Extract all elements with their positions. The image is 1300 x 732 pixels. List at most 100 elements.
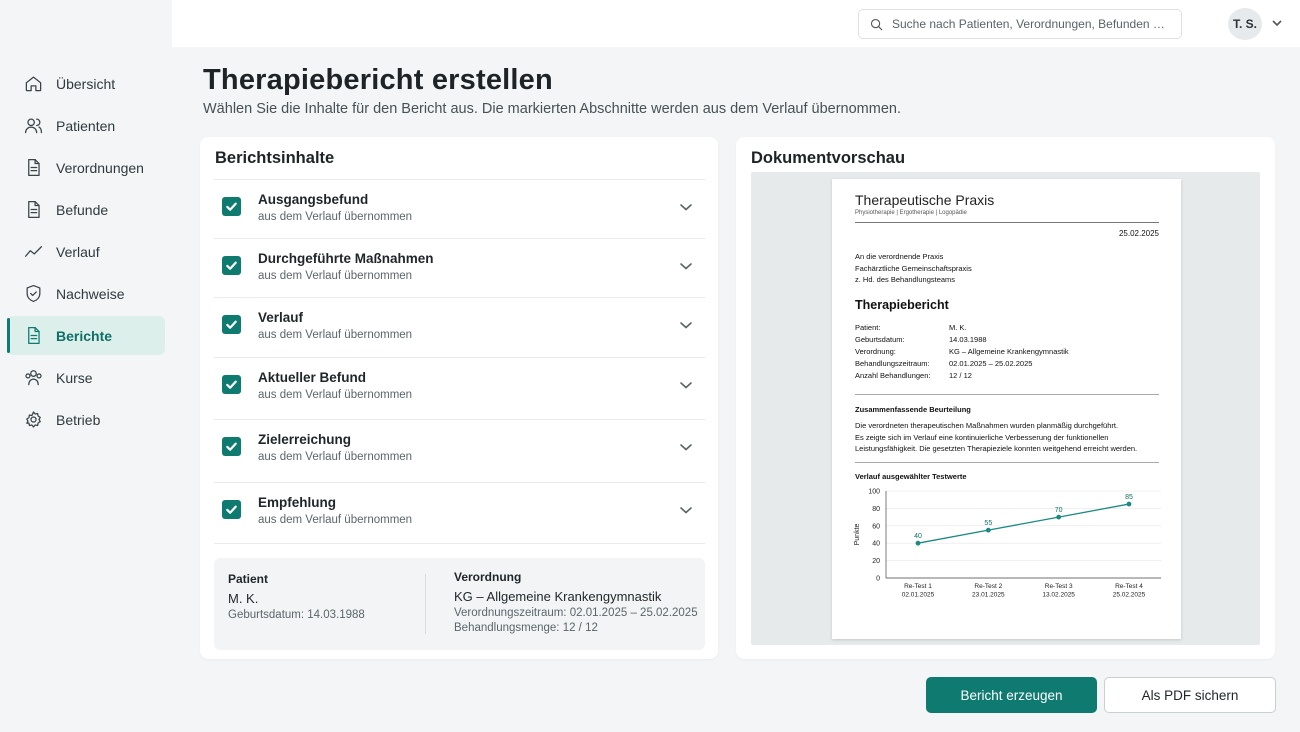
doc-address-line: An die verordnende Praxis	[855, 252, 944, 261]
x-tick-date: 25.02.2025	[1113, 592, 1146, 599]
generate-report-button[interactable]: Bericht erzeugen	[926, 677, 1097, 713]
sidebar-item-label: Betrieb	[56, 411, 101, 428]
chevron-down-icon[interactable]	[679, 378, 693, 392]
doc-summary: Die verordneten therapeutischen Maßnahme…	[855, 420, 1165, 455]
avatar[interactable]: T. S.	[1228, 8, 1262, 40]
y-tick-label: 40	[872, 541, 880, 548]
section-item-zielerreichung[interactable]: Zielerreichung aus dem Verlauf übernomme…	[214, 419, 705, 482]
data-point	[915, 540, 921, 546]
series-line	[917, 503, 1130, 544]
sidebar-item-label: Verordnungen	[56, 159, 144, 176]
page-title: Therapiebericht erstellen	[203, 64, 553, 96]
sidebar-item-befunde[interactable]: Befunde	[7, 190, 165, 229]
section-checkbox[interactable]	[222, 197, 241, 216]
test-values-chart: 0 20 40 60 80 100 Punkte 40 Re-Test 1 02.01.2025 5…	[854, 489, 1161, 599]
document-preview-title: Dokumentvorschau	[751, 149, 906, 167]
prescription-amount: Behandlungsmenge: 12 / 12	[454, 622, 598, 634]
y-tick-label: 80	[872, 506, 880, 513]
page-subtitle: Wählen Sie die Inhalte für den Bericht a…	[203, 101, 901, 117]
doc-field: Verordnung: KG – Allgemeine Krankengymnas…	[855, 346, 1069, 358]
section-checkbox[interactable]	[222, 256, 241, 275]
document-preview-card: Dokumentvorschau Therapeutische Praxis P…	[736, 137, 1275, 659]
sidebar-item-label: Berichte	[56, 327, 113, 344]
section-checkbox[interactable]	[222, 375, 241, 394]
doc-fields: Patient: M. K. Geburtsdatum: 14.03.1988 Ve…	[855, 322, 1069, 382]
doc-summary-line: Es zeigte sich im Verlauf eine kontinuie…	[855, 432, 1109, 442]
section-label: Ausgangsbefund	[258, 192, 369, 207]
search-placeholder: Suche nach Patienten, Verordnungen, Befu…	[892, 17, 1165, 31]
doc-practice-tagline: Physiotherapie | Ergotherapie | Logopädi…	[855, 210, 967, 216]
sidebar-item-patienten[interactable]: Patienten	[7, 106, 165, 145]
y-axis-label: Punkte	[854, 523, 861, 545]
check-icon	[226, 202, 237, 211]
doc-field: Geburtsdatum: 14.03.1988	[855, 334, 1069, 346]
divider	[855, 222, 1159, 223]
search-input[interactable]: Suche nach Patienten, Verordnungen, Befu…	[858, 9, 1182, 39]
chevron-down-icon[interactable]	[679, 200, 693, 214]
doc-summary-line: Die verordneten therapeutischen Maßnahme…	[855, 421, 1119, 430]
doc-title: Therapiebericht	[855, 298, 949, 312]
doc-summary-heading: Zusammenfassende Beurteilung	[855, 405, 971, 414]
data-point	[985, 527, 991, 533]
section-item-verlauf[interactable]: Verlauf aus dem Verlauf übernommen	[214, 297, 705, 357]
doc-field-key: Verordnung:	[855, 347, 896, 356]
document-page: Therapeutische Praxis Physiotherapie | E…	[832, 179, 1181, 639]
section-checkbox[interactable]	[222, 500, 241, 519]
chevron-down-icon[interactable]	[679, 318, 693, 332]
doc-practice-name: Therapeutische Praxis	[855, 192, 995, 208]
check-icon	[226, 261, 237, 270]
doc-address-line: Fachärztliche Gemeinschaftspraxis	[855, 263, 972, 273]
chevron-down-icon[interactable]	[679, 503, 693, 517]
divider	[855, 462, 1159, 463]
doc-field-key: Behandlungszeitraum:	[855, 359, 930, 368]
section-item-aktueller-befund[interactable]: Aktueller Befund aus dem Verlauf übernom…	[214, 357, 705, 419]
section-checkbox[interactable]	[222, 437, 241, 456]
report-icon	[23, 326, 43, 346]
chevron-down-icon[interactable]	[1270, 16, 1284, 30]
section-item-ausgangsbefund[interactable]: Ausgangsbefund aus dem Verlauf übernomme…	[214, 179, 705, 238]
x-tick-date: 23.01.2025	[972, 592, 1005, 599]
sidebar-item-berichte[interactable]: Berichte	[7, 316, 165, 355]
sidebar-item-verordnungen[interactable]: Verordnungen	[7, 148, 165, 187]
x-tick-date: 13.02.2025	[1042, 592, 1075, 599]
section-source: aus dem Verlauf übernommen	[258, 270, 413, 282]
section-label: Empfehlung	[258, 495, 336, 510]
chevron-down-icon[interactable]	[679, 440, 693, 454]
save-pdf-button[interactable]: Als PDF sichern	[1104, 677, 1276, 713]
sidebar-item-kurse[interactable]: Kurse	[7, 358, 165, 397]
data-label: 85	[1125, 494, 1133, 501]
report-contents-card: Berichtsinhalte Ausgangsbefund aus dem V…	[200, 137, 718, 659]
section-label: Aktueller Befund	[258, 370, 367, 385]
x-tick-label: Re-Test 4	[1115, 583, 1143, 590]
check-icon	[226, 320, 237, 329]
sidebar-item-label: Übersicht	[56, 75, 116, 92]
doc-date: 25.02.2025	[1118, 229, 1159, 238]
section-source: aus dem Verlauf übernommen	[258, 514, 413, 526]
document-icon	[23, 158, 43, 178]
doc-field-value: 14.03.1988	[949, 335, 987, 344]
section-item-massnahmen[interactable]: Durchgeführte Maßnahmen aus dem Verlauf …	[214, 238, 705, 297]
doc-field-key: Patient:	[855, 323, 881, 332]
section-item-empfehlung[interactable]: Empfehlung aus dem Verlauf übernommen	[214, 482, 705, 543]
sidebar-item-verlauf[interactable]: Verlauf	[7, 232, 165, 271]
patient-info: Patient M. K. Geburtsdatum: 14.03.1988	[228, 572, 365, 624]
doc-field-value: 12 / 12	[949, 371, 972, 380]
sidebar-item-nachweise[interactable]: Nachweise	[7, 274, 165, 313]
data-point	[1056, 514, 1062, 520]
doc-summary-line: Leistungsfähigkeit. Die gesetzten Therap…	[855, 444, 1138, 453]
document-icon	[23, 200, 43, 220]
chevron-down-icon[interactable]	[679, 259, 693, 273]
sidebar-item-betrieb[interactable]: Betrieb	[7, 400, 165, 439]
y-tick-label: 0	[876, 576, 880, 583]
sidebar-item-uebersicht[interactable]: Übersicht	[7, 64, 165, 103]
preview-area[interactable]: Therapeutische Praxis Physiotherapie | E…	[751, 172, 1260, 645]
section-checkbox[interactable]	[222, 315, 241, 334]
section-label: Durchgeführte Maßnahmen	[258, 251, 434, 266]
home-icon	[23, 74, 43, 94]
divider	[425, 574, 426, 634]
shield-icon	[23, 284, 43, 304]
section-label: Zielerreichung	[258, 432, 352, 447]
data-label: 55	[984, 520, 992, 527]
doc-field: Behandlungszeitraum: 02.01.2025 – 25.02.2…	[855, 358, 1069, 370]
sidebar-item-label: Kurse	[56, 369, 93, 386]
